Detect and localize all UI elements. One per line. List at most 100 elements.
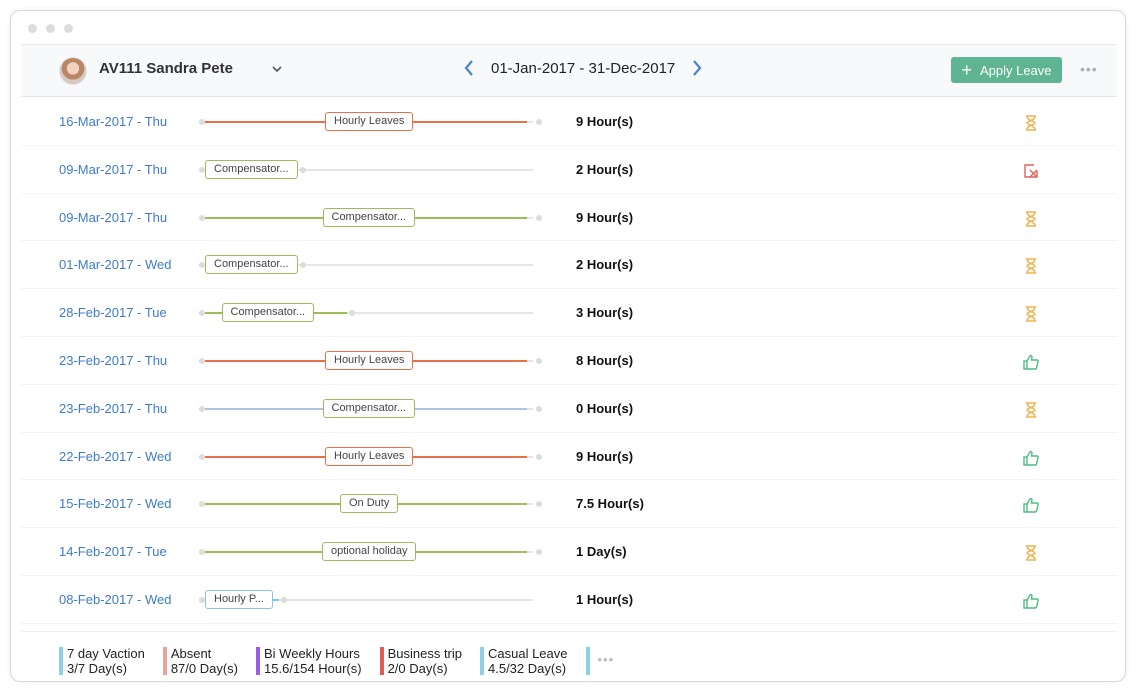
leave-row[interactable]: 08-Feb-2017 - Wed Hourly P... 1 Hour(s) (21, 576, 1117, 624)
next-period-button[interactable] (689, 59, 705, 77)
hourglass-icon[interactable] (1022, 305, 1040, 323)
leave-duration-track: optional holiday (199, 542, 542, 562)
leave-type-pill[interactable]: Compensator... (221, 303, 315, 323)
rejected-icon[interactable] (1022, 162, 1040, 180)
legend-color-bar (379, 647, 384, 675)
legend-item[interactable]: Absent 87/0 Day(s) (162, 646, 239, 676)
apply-leave-button[interactable]: + Apply Leave (951, 57, 1062, 83)
leave-type-pill[interactable]: Compensator... (322, 398, 416, 418)
leave-type-pill[interactable]: Compensator... (322, 207, 416, 227)
window-controls (28, 24, 73, 33)
header-bar: AV111 Sandra Pete 01-Jan-2017 - 31-Dec-2… (21, 44, 1117, 97)
leave-duration: 9 Hour(s) (576, 209, 634, 225)
leave-row[interactable]: 16-Mar-2017 - Thu Hourly Leaves 9 Hour(s) (21, 98, 1117, 146)
track-end-dot (300, 166, 306, 173)
legend-item[interactable]: Business trip 2/0 Day(s) (379, 646, 462, 676)
chevron-down-icon[interactable] (270, 62, 284, 76)
leave-type-pill[interactable]: Hourly Leaves (325, 112, 414, 131)
legend-color-bar (480, 647, 484, 675)
leave-date-link[interactable]: 16-Mar-2017 - Thu (59, 98, 167, 145)
leave-row[interactable]: 23-Feb-2017 - Thu Hourly Leaves 8 Hour(s) (21, 337, 1117, 385)
window-maximize-button[interactable] (64, 24, 73, 33)
leave-row[interactable]: 09-Mar-2017 - Thu Compensator... 2 Hour(s) (21, 146, 1117, 194)
legend-name: Absent (170, 646, 212, 661)
prev-period-button[interactable] (461, 59, 477, 77)
leave-duration-track: Compensator... (199, 303, 533, 323)
leave-duration: 3 Hour(s) (576, 305, 634, 321)
date-range-label: 01-Jan-2017 - 31-Dec-2017 (491, 59, 676, 77)
leave-duration-track: Hourly Leaves (199, 446, 542, 466)
track-end-dot (300, 262, 306, 269)
leave-date-link[interactable]: 09-Mar-2017 - Thu (59, 146, 167, 193)
thumbs-up-icon[interactable] (1022, 496, 1040, 514)
leave-type-pill[interactable]: Hourly Leaves (325, 350, 414, 370)
leave-duration: 7.5 Hour(s) (576, 496, 644, 512)
legend-color-bar (59, 647, 63, 675)
leave-row[interactable]: 15-Feb-2017 - Wed On Duty 7.5 Hour(s) (21, 480, 1117, 529)
leave-date-link[interactable]: 09-Mar-2017 - Thu (59, 194, 167, 241)
leave-type-pill[interactable]: Hourly Leaves (325, 446, 414, 466)
leave-date-link[interactable]: 23-Feb-2017 - Thu (59, 337, 167, 384)
legend-value: 87/0 Day(s) (170, 661, 239, 676)
leave-type-pill[interactable]: optional holiday (322, 542, 417, 562)
leave-duration: 0 Hour(s) (576, 400, 634, 416)
leave-row[interactable]: 22-Feb-2017 - Wed Hourly Leaves 9 Hour(s) (21, 433, 1117, 481)
window-close-button[interactable] (28, 24, 37, 33)
thumbs-up-icon[interactable] (1022, 449, 1040, 467)
leave-duration: 2 Hour(s) (576, 161, 634, 177)
leave-duration: 1 Hour(s) (576, 591, 634, 607)
leave-duration-track: Hourly P... (199, 589, 533, 609)
leave-duration: 2 Hour(s) (576, 257, 634, 273)
app-window: AV111 Sandra Pete 01-Jan-2017 - 31-Dec-2… (10, 10, 1126, 682)
thumbs-up-icon[interactable] (1022, 592, 1040, 610)
employee-name[interactable]: AV111 Sandra Pete (99, 60, 233, 77)
legend-more-button[interactable]: ••• (585, 646, 626, 676)
legend-item[interactable]: 7 day Vaction 3/7 Day(s) (59, 646, 145, 676)
legend-item[interactable]: Bi Weekly Hours 15.6/154 Hour(s) (256, 646, 362, 676)
track-end-dot (536, 405, 542, 412)
hourglass-icon[interactable] (1022, 401, 1040, 419)
leave-date-link[interactable]: 14-Feb-2017 - Tue (59, 528, 167, 575)
legend-value: 3/7 Day(s) (67, 661, 127, 676)
leave-date-link[interactable]: 08-Feb-2017 - Wed (59, 576, 172, 623)
leave-date-link[interactable]: 28-Feb-2017 - Tue (59, 289, 167, 336)
plus-icon: + (961, 60, 972, 80)
leave-date-link[interactable]: 15-Feb-2017 - Wed (59, 480, 172, 527)
leave-duration: 1 Day(s) (576, 544, 627, 560)
leave-date-link[interactable]: 01-Mar-2017 - Wed (59, 241, 171, 288)
hourglass-icon[interactable] (1022, 210, 1040, 228)
hourglass-icon[interactable] (1022, 257, 1040, 275)
leave-balance-footer: 7 day Vaction 3/7 Day(s) Absent 87/0 Day(s)… (21, 631, 1117, 681)
leave-duration-track: Compensator... (199, 207, 542, 227)
legend-name: Bi Weekly Hours (264, 646, 360, 661)
leave-duration-track: On Duty (199, 494, 542, 514)
leave-type-pill[interactable]: Compensator... (205, 159, 298, 179)
leave-date-link[interactable]: 23-Feb-2017 - Thu (59, 385, 167, 432)
leave-row[interactable]: 28-Feb-2017 - Tue Compensator... 3 Hour(s) (21, 289, 1117, 337)
leave-row[interactable]: 01-Mar-2017 - Wed Compensator... 2 Hour(s) (21, 241, 1117, 290)
legend-item[interactable]: Casual Leave 4.5/32 Day(s) (480, 646, 568, 676)
leave-type-pill[interactable]: On Duty (340, 494, 399, 514)
window-minimize-button[interactable] (46, 24, 55, 33)
leave-duration: 9 Hour(s) (576, 114, 634, 129)
track-end-dot (536, 501, 542, 508)
leave-row[interactable]: 14-Feb-2017 - Tue optional holiday 1 Day(s… (21, 528, 1117, 576)
leave-type-pill[interactable]: Compensator... (205, 255, 298, 275)
thumbs-up-icon[interactable] (1022, 353, 1040, 371)
leave-row[interactable]: 23-Feb-2017 - Thu Compensator... 0 Hour(s) (21, 385, 1117, 433)
hourglass-icon[interactable] (1022, 114, 1040, 132)
legend-value: 4.5/32 Day(s) (488, 661, 567, 676)
track-end-dot (281, 596, 287, 603)
track-end-dot (536, 549, 542, 556)
legend-name: Casual Leave (488, 646, 568, 661)
leave-duration-track: Compensator... (199, 159, 533, 179)
hourglass-icon[interactable] (1022, 544, 1040, 562)
avatar (59, 57, 87, 85)
leave-type-pill[interactable]: Hourly P... (205, 589, 273, 609)
leave-date-link[interactable]: 22-Feb-2017 - Wed (59, 433, 172, 480)
leave-row[interactable]: 09-Mar-2017 - Thu Compensator... 9 Hour(s) (21, 194, 1117, 242)
more-dots-icon[interactable]: ••• (1080, 61, 1098, 77)
apply-leave-label: Apply Leave (979, 62, 1052, 78)
legend-value: 2/0 Day(s) (387, 661, 448, 676)
legend-value: 15.6/154 Hour(s) (264, 661, 362, 676)
